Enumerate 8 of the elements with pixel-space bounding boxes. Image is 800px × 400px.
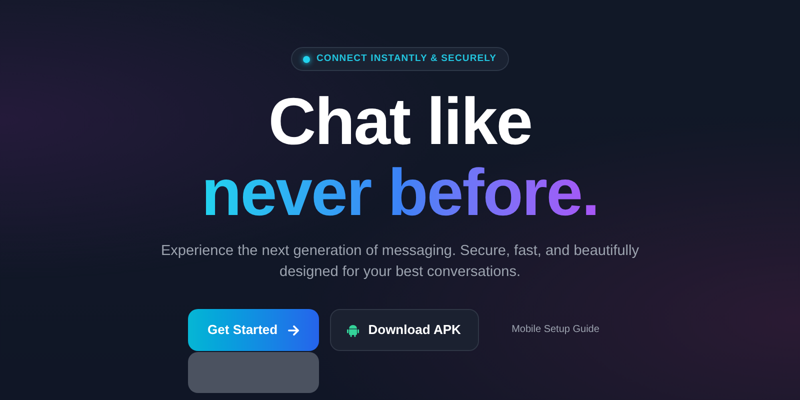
headline: Chat like [268, 86, 532, 156]
get-started-button[interactable]: Get Started [188, 309, 319, 351]
badge-text: CONNECT INSTANTLY & SECURELY [316, 52, 497, 66]
setup-guide-link[interactable]: Mobile Setup Guide [512, 322, 600, 337]
android-icon [347, 324, 360, 336]
download-apk-button[interactable]: Download APK [330, 309, 479, 351]
arrow-right-icon [288, 324, 299, 336]
description: Experience the next generation of messaging. Secure, fast, and beautifully designed for your best conversations. [160, 242, 640, 282]
